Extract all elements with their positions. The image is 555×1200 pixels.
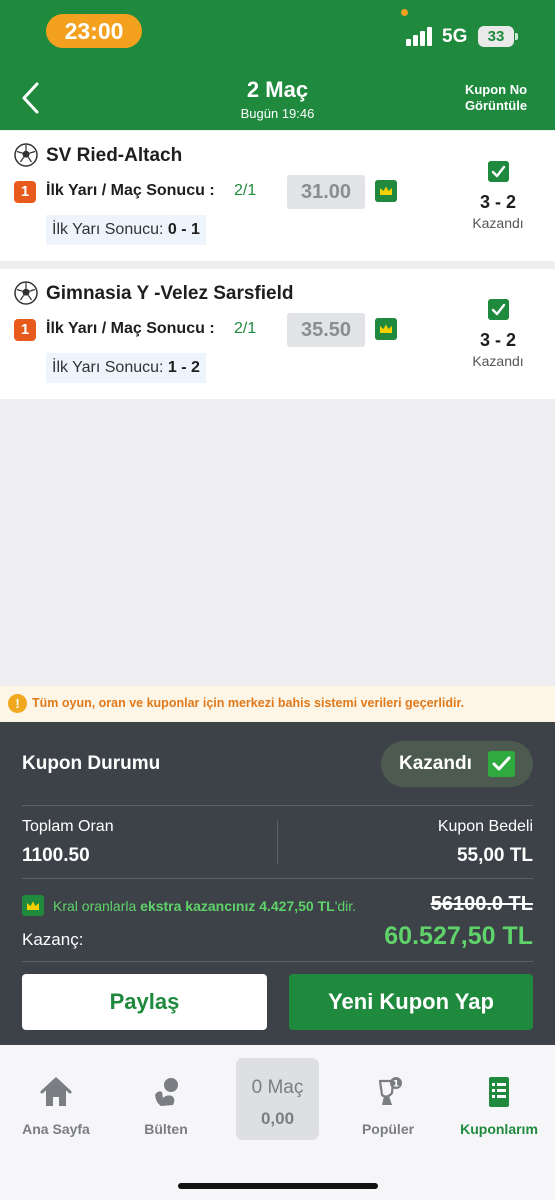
king-odds-suffix: 'dir.	[334, 898, 357, 914]
nav-my-coupons[interactable]: Kuponlarım	[449, 1075, 549, 1137]
winnings-label: Kazanç:	[22, 930, 84, 949]
new-coupon-button[interactable]: Yeni Kupon Yap	[289, 974, 533, 1030]
nav-home-label: Ana Sayfa	[22, 1121, 90, 1137]
view-coupon-number-button[interactable]: Kupon No Görüntüle	[451, 82, 541, 114]
warning-icon: !	[8, 694, 27, 713]
divider	[22, 805, 533, 806]
king-odds-extra: ekstra kazancınız 4.427,50 TL	[140, 898, 335, 914]
nav-popular-label: Popüler	[361, 1121, 415, 1137]
team-name: SV Ried-Altach	[46, 145, 183, 166]
check-icon	[488, 751, 515, 777]
home-icon	[40, 1077, 72, 1106]
divider	[22, 878, 533, 879]
total-odds-label: Toplam Oran	[22, 818, 114, 835]
king-odds-prefix: Kral oranlarla	[53, 898, 141, 914]
check-icon	[488, 161, 509, 182]
battery-tip	[515, 33, 518, 40]
svg-text:1: 1	[393, 1080, 399, 1090]
king-odds-bonus: Kral oranlarla ekstra kazancınız 4.427,5…	[53, 898, 356, 914]
bet-result: Kazandı	[472, 215, 524, 231]
pick-value: 2/1	[234, 320, 257, 337]
market-name: İlk Yarı / Maç Sonucu :	[46, 182, 215, 199]
nav-popular[interactable]: 1 Popüler	[338, 1075, 438, 1137]
bet-number-badge: 1	[14, 181, 36, 203]
half-time-label: İlk Yarı Sonucu:	[52, 359, 164, 376]
final-score: 3 - 2	[479, 330, 517, 350]
coupon-status-badge: Kazandı	[381, 741, 533, 787]
coupon-list-icon	[489, 1077, 509, 1107]
total-odds-value: 1100.50	[22, 845, 90, 866]
original-winnings: 56100.0 TL	[430, 893, 533, 915]
odd-value: 35.50	[287, 313, 365, 347]
crown-icon	[375, 318, 397, 340]
info-notice: ! Tüm oyun, oran ve kuponlar için merkez…	[0, 686, 555, 722]
divider	[22, 961, 533, 962]
crown-icon	[375, 180, 397, 202]
share-button[interactable]: Paylaş	[22, 974, 267, 1030]
coupon-summary-panel: Kupon Durumu Kazandı Toplam Oran 1100.50…	[0, 722, 555, 1045]
half-time-score: 0 - 1	[167, 221, 200, 238]
hand-ball-icon	[155, 1078, 178, 1106]
stake-value: 55,00 TL	[456, 845, 533, 866]
half-time-label: İlk Yarı Sonucu:	[52, 221, 164, 238]
privacy-indicator	[401, 9, 408, 16]
trophy-icon: 1	[378, 1077, 402, 1105]
home-indicator	[178, 1183, 378, 1189]
soccer-ball-icon	[14, 143, 38, 167]
winnings-value: 60.527,50 TL	[384, 922, 533, 950]
network-type: 5G	[442, 26, 468, 47]
odd-value: 31.00	[287, 175, 365, 209]
bottom-nav: Ana Sayfa Bülten 0 Maç 0,00 1 Popüler Ku…	[0, 1045, 555, 1200]
bet-result: Kazandı	[472, 353, 524, 369]
info-notice-text: Tüm oyun, oran ve kuponlar için merkezi …	[32, 696, 465, 710]
betslip-button[interactable]: 0 Maç 0,00	[236, 1058, 319, 1140]
stake-label: Kupon Bedeli	[437, 818, 533, 835]
signal-icon	[406, 26, 434, 46]
half-time-result: İlk Yarı Sonucu: 1 - 2	[46, 353, 206, 383]
soccer-ball-icon	[14, 281, 38, 305]
bet-card: SV Ried-Altach 1 İlk Yarı / Maç Sonucu :…	[0, 131, 555, 261]
coupon-status-label: Kupon Durumu	[22, 753, 161, 774]
status-time: 23:00	[46, 14, 142, 48]
nav-bulletin[interactable]: Bülten	[116, 1075, 216, 1137]
coupon-status-value: Kazandı	[399, 753, 472, 774]
bet-card: Gimnasia Y -Velez Sarsfield 1 İlk Yarı /…	[0, 269, 555, 399]
betslip-count: 0 Maç	[251, 1077, 304, 1098]
check-icon	[488, 299, 509, 320]
nav-bulletin-label: Bülten	[144, 1121, 188, 1137]
team-name: Gimnasia Y -Velez Sarsfield	[46, 283, 294, 304]
final-score: 3 - 2	[479, 192, 517, 212]
crown-icon	[22, 895, 44, 916]
market-name: İlk Yarı / Maç Sonucu :	[46, 320, 215, 337]
bet-number-badge: 1	[14, 319, 36, 341]
app-header: 23:00 5G 33 2 Maç Bugün 19:46 Kupon No G…	[0, 0, 555, 130]
pick-value: 2/1	[234, 182, 257, 199]
nav-my-coupons-label: Kuponlarım	[460, 1121, 538, 1137]
battery-icon: 33	[478, 26, 514, 47]
nav-home[interactable]: Ana Sayfa	[6, 1075, 106, 1137]
half-time-result: İlk Yarı Sonucu: 0 - 1	[46, 215, 206, 245]
half-time-score: 1 - 2	[167, 359, 200, 376]
column-separator	[277, 820, 278, 864]
betslip-total: 0,00	[260, 1109, 295, 1128]
